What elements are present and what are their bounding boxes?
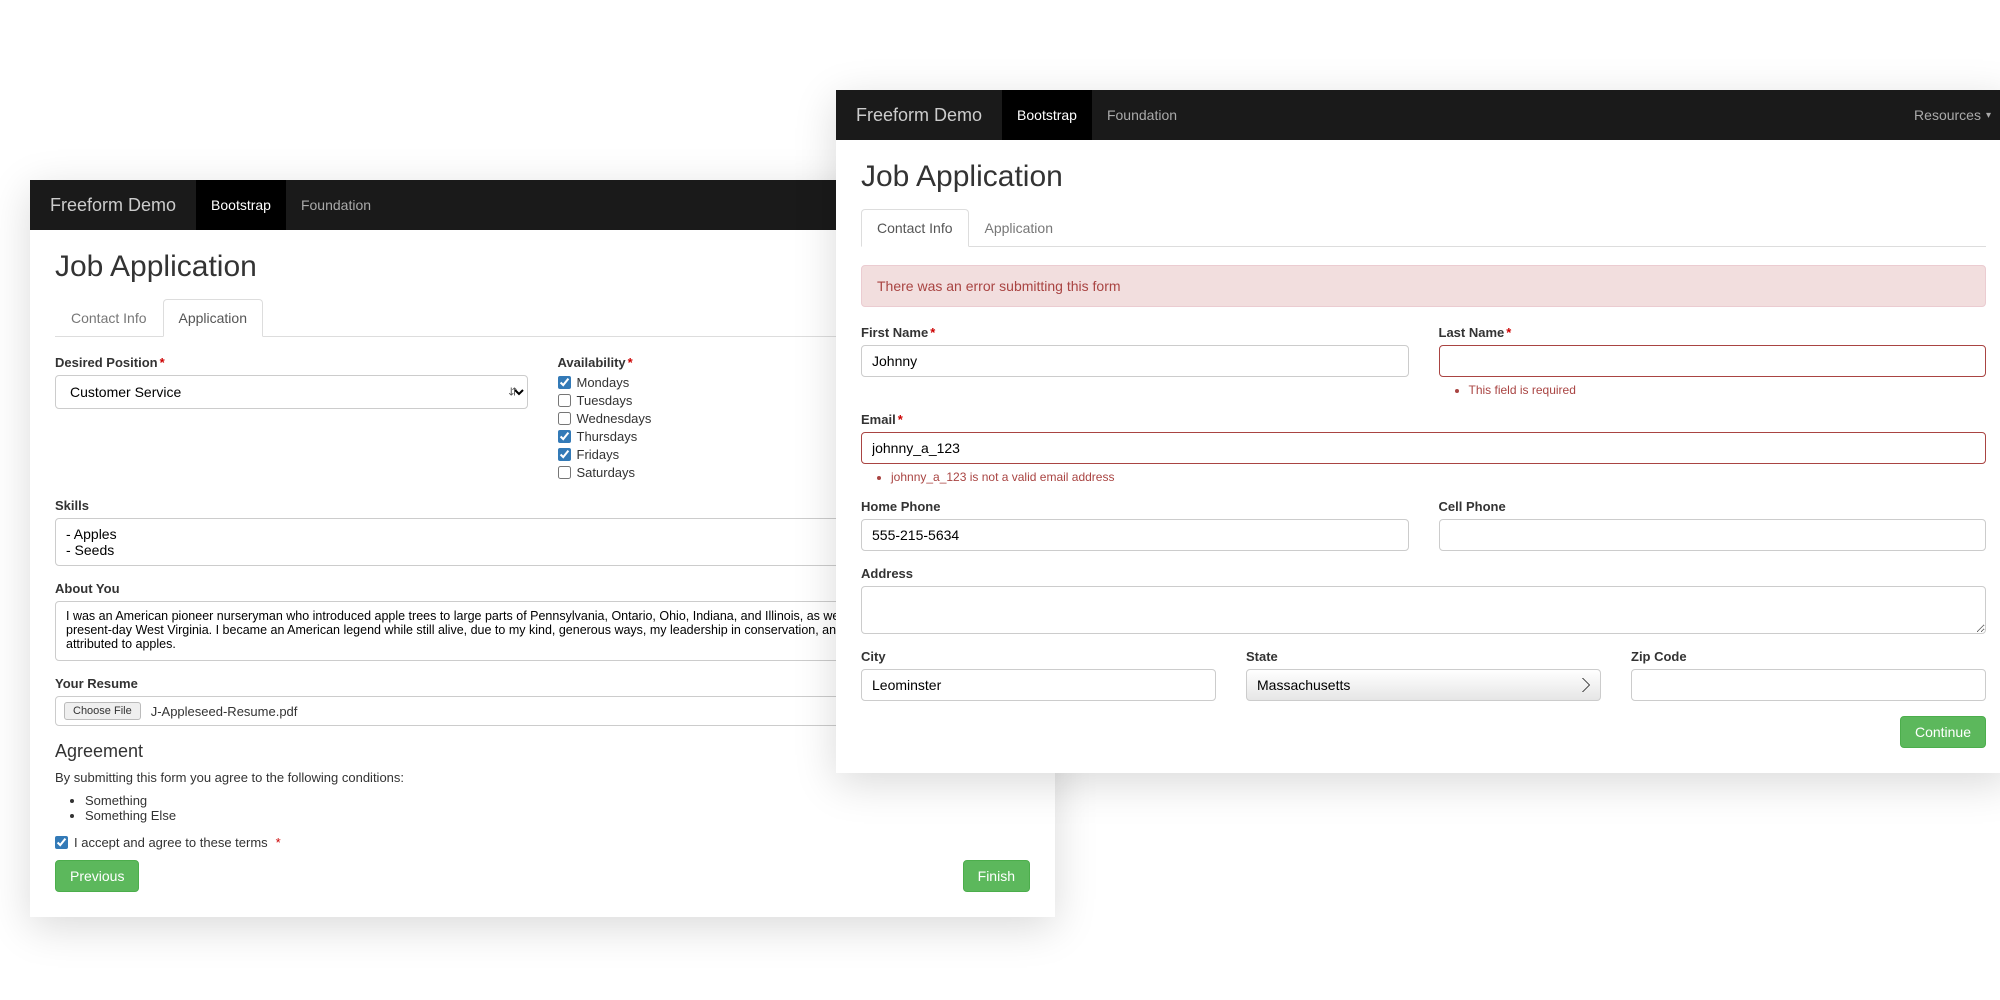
input-zip[interactable] [1631, 669, 1986, 701]
agreement-item: Something Else [85, 808, 1030, 823]
nav-item-foundation[interactable]: Foundation [286, 180, 386, 230]
label-state: State [1246, 649, 1601, 664]
page-title: Job Application [861, 160, 1986, 194]
select-state[interactable]: Massachusetts [1246, 669, 1601, 701]
label-cell-phone: Cell Phone [1439, 499, 1987, 514]
navbar-brand[interactable]: Freeform Demo [50, 195, 176, 216]
label-city: City [861, 649, 1216, 664]
tab-contact-info[interactable]: Contact Info [55, 299, 163, 337]
field-last-name: Last Name* This field is required [1439, 325, 1987, 397]
selected-filename: J-Appleseed-Resume.pdf [151, 704, 298, 719]
checkbox-availability-mondays[interactable] [558, 376, 571, 389]
caret-down-icon: ▾ [1986, 110, 1991, 121]
label-first-name: First Name* [861, 325, 1409, 340]
label-address: Address [861, 566, 1986, 581]
checkbox-availability-fridays[interactable] [558, 448, 571, 461]
field-state: State Massachusetts [1246, 649, 1601, 701]
navbar-brand[interactable]: Freeform Demo [856, 105, 982, 126]
checkbox-availability-saturdays[interactable] [558, 466, 571, 479]
error-banner: There was an error submitting this form [861, 265, 1986, 307]
field-zip: Zip Code [1631, 649, 1986, 701]
finish-button[interactable]: Finish [963, 860, 1030, 892]
previous-button[interactable]: Previous [55, 860, 139, 892]
field-email: Email* johnny_a_123 is not a valid email… [861, 412, 1986, 484]
label-home-phone: Home Phone [861, 499, 1409, 514]
error-last-name: This field is required [1469, 383, 1987, 397]
field-cell-phone: Cell Phone [1439, 499, 1987, 551]
accept-terms-label: I accept and agree to these terms [74, 835, 268, 850]
nav-resources[interactable]: Resources ▾ [1914, 107, 1991, 123]
checkbox-accept-terms[interactable] [55, 836, 68, 849]
accept-terms-line: I accept and agree to these terms * [55, 835, 1030, 850]
tabs: Contact Info Application [861, 209, 1986, 247]
nav-item-bootstrap[interactable]: Bootstrap [196, 180, 286, 230]
availability-day-label: Wednesdays [577, 411, 652, 426]
field-desired-position: Desired Position* Customer Service [55, 355, 528, 483]
select-desired-position[interactable]: Customer Service [55, 375, 528, 409]
field-city: City [861, 649, 1216, 701]
label-last-name: Last Name* [1439, 325, 1987, 340]
input-email[interactable] [861, 432, 1986, 464]
checkbox-availability-wednesdays[interactable] [558, 412, 571, 425]
input-cell-phone[interactable] [1439, 519, 1987, 551]
textarea-address[interactable] [861, 586, 1986, 634]
agreement-item: Something [85, 793, 1030, 808]
label-zip: Zip Code [1631, 649, 1986, 664]
tab-application[interactable]: Application [969, 209, 1070, 247]
field-address: Address [861, 566, 1986, 634]
agreement-items: Something Something Else [85, 793, 1030, 823]
label-email: Email* [861, 412, 1986, 427]
input-last-name[interactable] [1439, 345, 1987, 377]
nav-item-bootstrap[interactable]: Bootstrap [1002, 90, 1092, 140]
label-desired-position: Desired Position* [55, 355, 528, 370]
choose-file-button[interactable]: Choose File [64, 702, 141, 720]
tab-application[interactable]: Application [163, 299, 264, 337]
checkbox-availability-tuesdays[interactable] [558, 394, 571, 407]
continue-button[interactable]: Continue [1900, 716, 1986, 748]
availability-day-label: Mondays [577, 375, 630, 390]
availability-day-label: Tuesdays [577, 393, 633, 408]
availability-day-label: Saturdays [577, 465, 636, 480]
navbar: Freeform Demo Bootstrap Foundation Resou… [836, 90, 2000, 140]
panel-contact-info: Freeform Demo Bootstrap Foundation Resou… [836, 90, 2000, 773]
checkbox-availability-thursdays[interactable] [558, 430, 571, 443]
tab-contact-info[interactable]: Contact Info [861, 209, 969, 247]
nav-item-foundation[interactable]: Foundation [1092, 90, 1192, 140]
field-home-phone: Home Phone [861, 499, 1409, 551]
content-contact-info: Job Application Contact Info Application… [836, 140, 2000, 773]
availability-day-label: Fridays [577, 447, 620, 462]
field-first-name: First Name* [861, 325, 1409, 397]
error-email: johnny_a_123 is not a valid email addres… [891, 470, 1986, 484]
input-first-name[interactable] [861, 345, 1409, 377]
availability-day-label: Thursdays [577, 429, 638, 444]
input-home-phone[interactable] [861, 519, 1409, 551]
input-city[interactable] [861, 669, 1216, 701]
